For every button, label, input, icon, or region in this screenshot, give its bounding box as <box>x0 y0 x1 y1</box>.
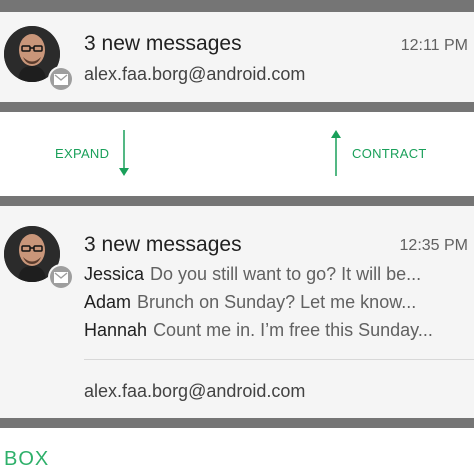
message-sender: Adam <box>84 292 132 312</box>
gmail-icon <box>50 266 72 288</box>
message-preview: Do you still want to go? It will be... <box>150 264 422 284</box>
message-line[interactable]: Adam Brunch on Sunday? Let me know... <box>84 292 474 313</box>
notification-collapsed[interactable]: 3 new messages 12:11 PM alex.faa.borg@an… <box>0 12 474 102</box>
message-line[interactable]: Hannah Count me in. I’m free this Sunday.… <box>84 320 474 341</box>
message-preview: Count me in. I’m free this Sunday... <box>153 320 433 340</box>
arrow-up-icon <box>331 130 341 176</box>
footer-label: BOX <box>4 448 50 470</box>
divider-band-2 <box>0 196 474 206</box>
arrow-down-icon <box>119 130 129 176</box>
message-preview: Brunch on Sunday? Let me know... <box>137 292 417 312</box>
gmail-icon <box>50 68 72 90</box>
bottom-band <box>0 418 474 428</box>
notification-time: 12:11 PM <box>400 37 468 54</box>
message-sender: Jessica <box>84 264 145 284</box>
notification-title: 3 new messages <box>84 233 242 256</box>
notification-title: 3 new messages <box>84 32 242 55</box>
divider-band <box>0 102 474 112</box>
message-sender: Hannah <box>84 320 148 340</box>
account-email: alex.faa.borg@android.com <box>84 64 306 84</box>
expand-label: EXPAND <box>55 146 110 161</box>
notification-time: 12:35 PM <box>399 237 468 254</box>
contract-label: CONTRACT <box>352 146 427 161</box>
message-divider <box>84 359 474 360</box>
message-line[interactable]: Jessica Do you still want to go? It will … <box>84 264 474 285</box>
notification-expanded[interactable]: 3 new messages 12:35 PM Jessica Do you st… <box>0 206 474 418</box>
top-band <box>0 0 474 12</box>
account-email: alex.faa.borg@android.com <box>84 381 306 401</box>
